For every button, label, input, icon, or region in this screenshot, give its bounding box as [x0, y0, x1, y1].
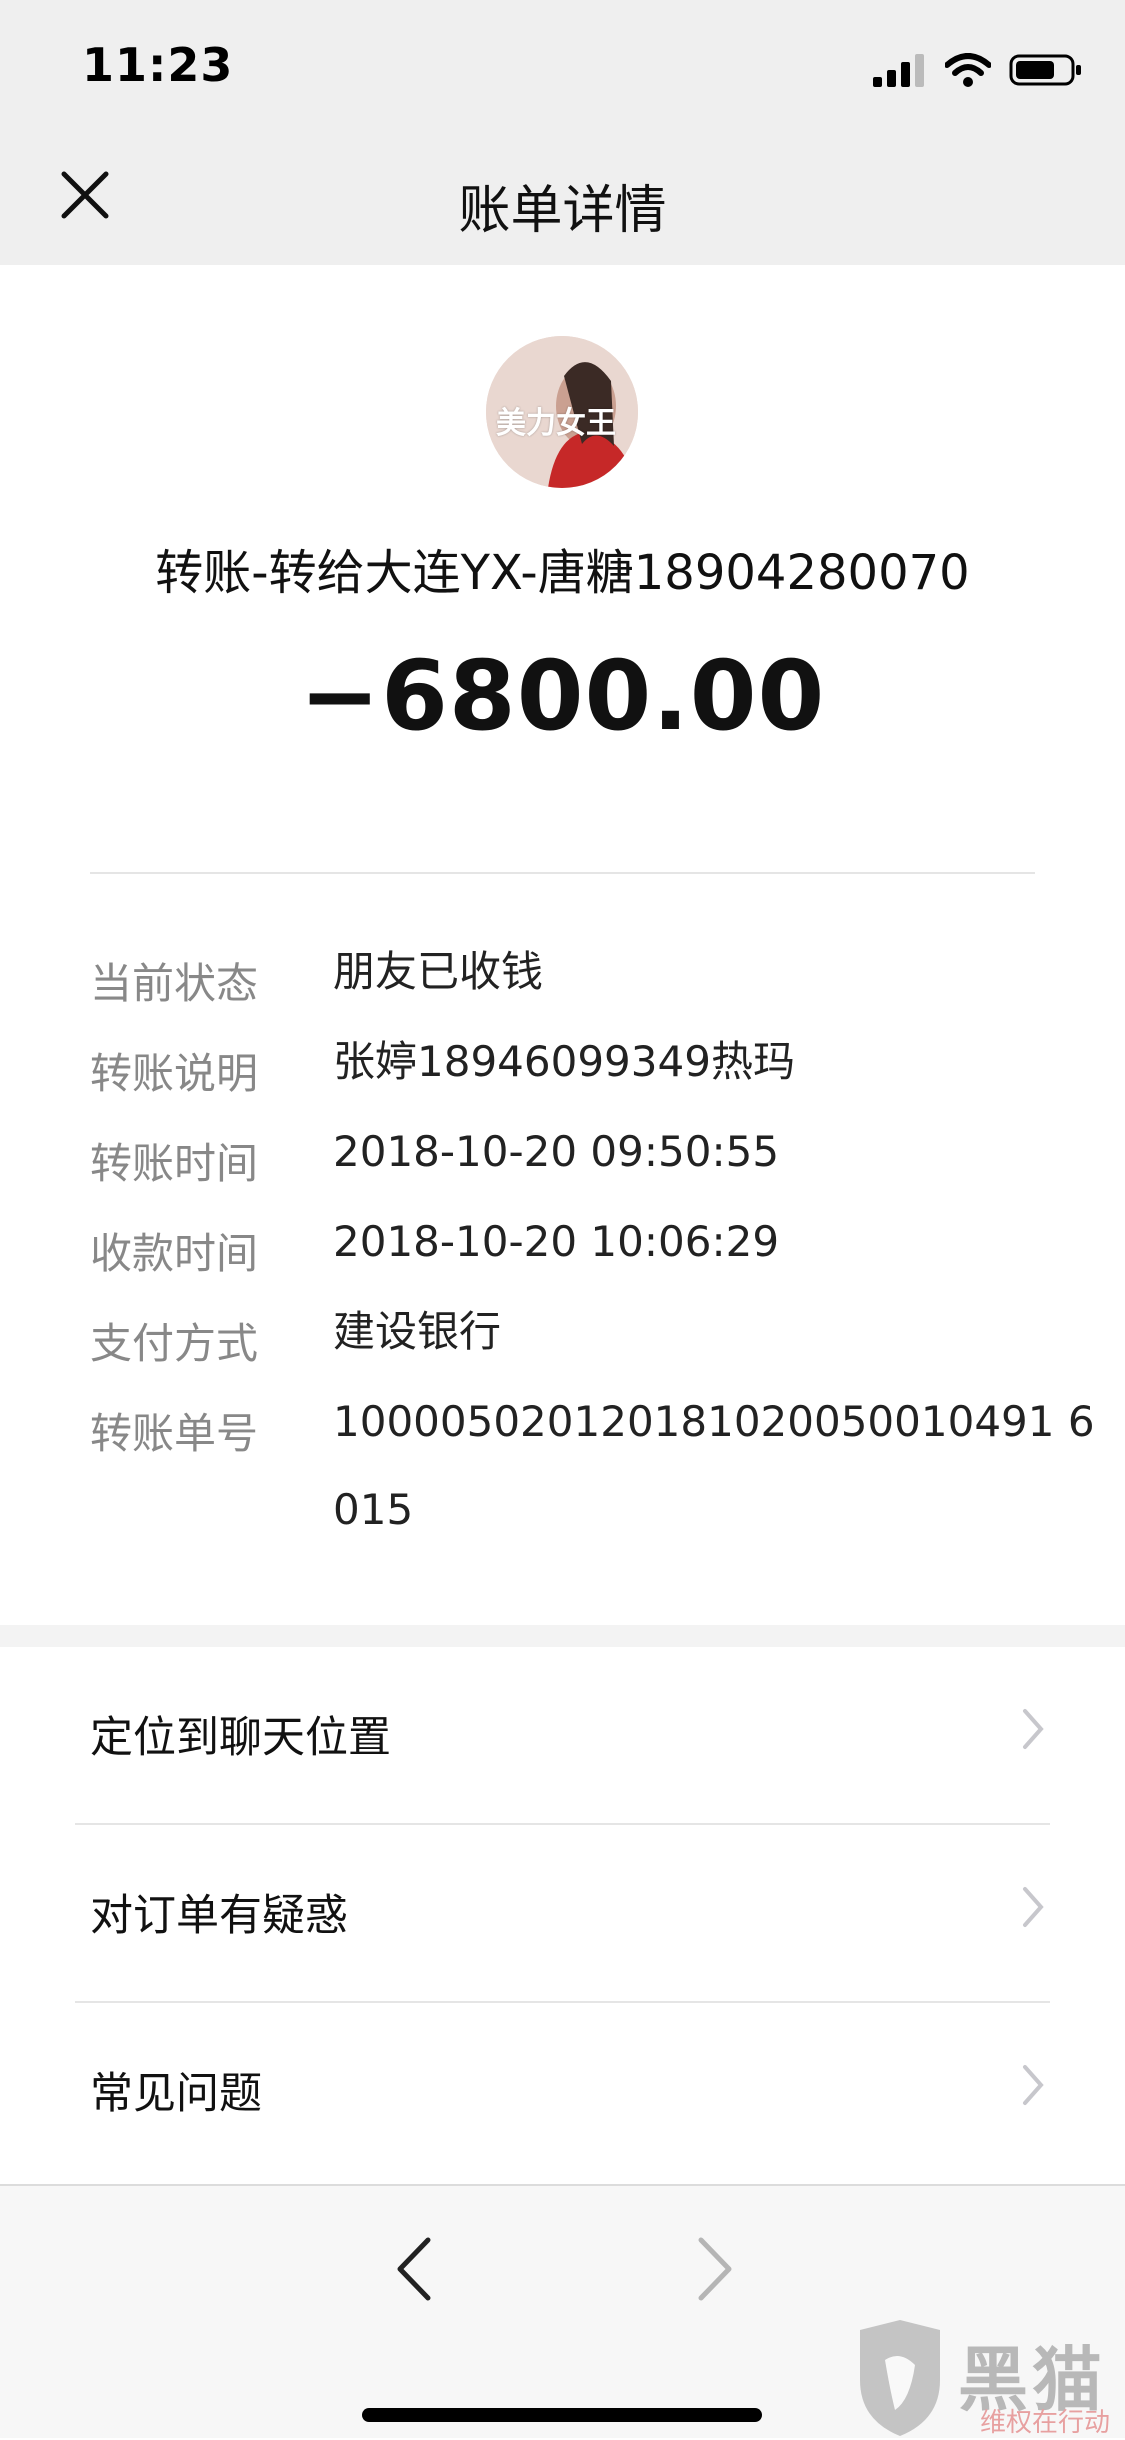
- status-bar: 11:23: [0, 0, 1125, 130]
- detail-value: 朋友已收钱: [333, 947, 544, 996]
- page-title: 账单详情: [458, 181, 667, 241]
- wifi-icon: [945, 53, 991, 87]
- detail-label: 转账时间: [90, 1139, 259, 1188]
- detail-label: 支付方式: [90, 1319, 259, 1368]
- forward-button[interactable]: [693, 2234, 737, 2304]
- menu-item-locate-chat[interactable]: 定位到聊天位置: [0, 1647, 1125, 1823]
- detail-label: 转账单号: [90, 1409, 259, 1458]
- chevron-left-icon: [397, 2237, 431, 2301]
- detail-value: 2018-10-20 10:06:29: [333, 1217, 780, 1266]
- status-icons: [873, 50, 1083, 90]
- menu-item-label: 常见问题: [90, 2069, 262, 2119]
- bottom-toolbar: [0, 2184, 1125, 2438]
- chevron-right-icon: [698, 2237, 732, 2301]
- cellular-signal-icon: [873, 54, 924, 87]
- payee-avatar: 美力女王: [486, 336, 638, 488]
- chevron-right-icon: [1023, 1709, 1044, 1749]
- status-time: 11:23: [82, 38, 234, 92]
- payee-title: 转账-转给大连YX-唐糖18904280070: [155, 545, 970, 601]
- menu-item-order-question[interactable]: 对订单有疑惑: [0, 1825, 1125, 2001]
- avatar-brand-text: 美力女王: [496, 406, 616, 441]
- battery-icon: [1009, 54, 1081, 86]
- detail-value: 2018-10-20 09:50:55: [333, 1127, 780, 1176]
- back-button[interactable]: [392, 2234, 436, 2304]
- navigation-bar: 账单详情: [0, 130, 1125, 265]
- detail-value: 张婷18946099349热玛: [333, 1037, 795, 1086]
- detail-value: 100005020120181020050010491 6015: [333, 1397, 1095, 1534]
- detail-value: 建设银行: [333, 1307, 502, 1356]
- home-indicator: [362, 2408, 762, 2422]
- menu-item-faq[interactable]: 常见问题: [0, 2003, 1125, 2179]
- menu-item-label: 定位到聊天位置: [90, 1713, 391, 1763]
- chevron-right-icon: [1023, 2065, 1044, 2105]
- section-gap: [0, 1625, 1125, 1647]
- menu-item-label: 对订单有疑惑: [90, 1891, 348, 1941]
- detail-label: 收款时间: [90, 1229, 259, 1278]
- transaction-amount: −6800.00: [299, 640, 826, 752]
- chevron-right-icon: [1023, 1887, 1044, 1927]
- amount-divider: [90, 872, 1035, 874]
- detail-label: 当前状态: [90, 959, 259, 1008]
- detail-label: 转账说明: [90, 1049, 259, 1098]
